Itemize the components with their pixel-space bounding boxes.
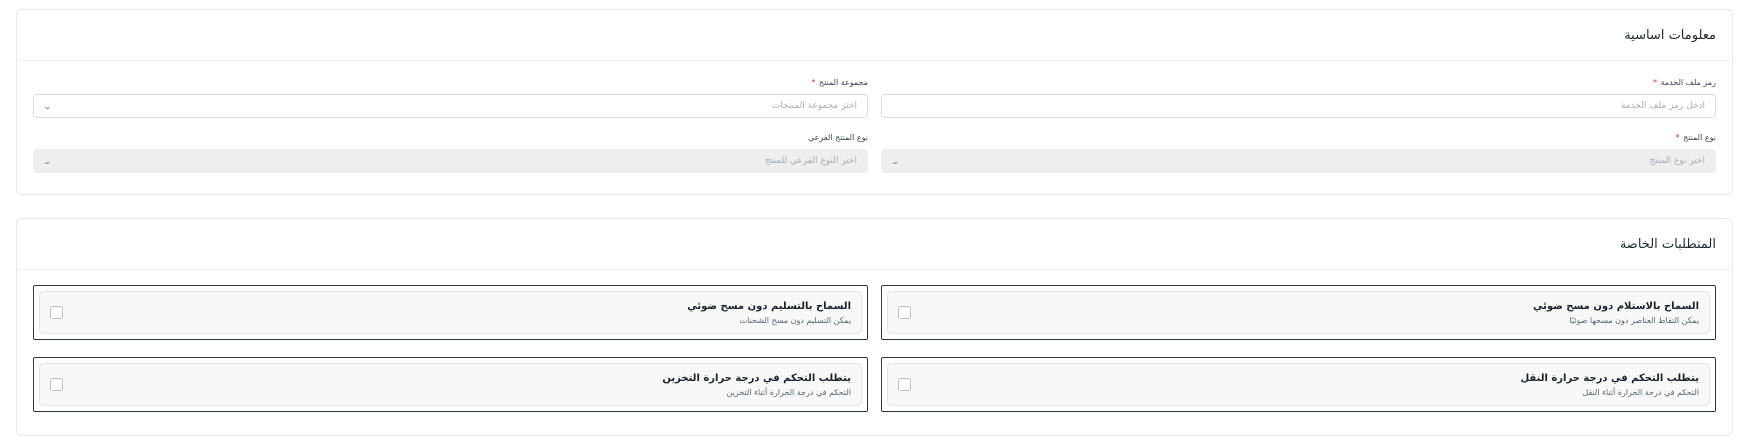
special-requirements-header: المتطلبات الخاصة: [17, 219, 1732, 270]
special-requirements-title: المتطلبات الخاصة: [1619, 236, 1716, 252]
product-group-select[interactable]: اختر مجموعة المنتجات ⌄: [33, 94, 868, 118]
requirement-description: التحكم في درجة الحرارة أثناء التخزين: [726, 387, 851, 397]
special-requirements-card: المتطلبات الخاصة السماح بالاستلام دون مس…: [16, 218, 1733, 436]
requirement-checkbox[interactable]: [898, 378, 911, 391]
requirement-item-delivery-no-scan[interactable]: السماح بالتسليم دون مسح ضوئي يمكن التسلي…: [33, 285, 868, 340]
product-subtype-select[interactable]: اختر النوع الفرعي للمنتج ⌄: [33, 149, 868, 173]
chevron-down-icon: ⌄: [42, 101, 53, 111]
product-type-label: نوع المنتج *: [1675, 133, 1717, 142]
requirement-title: السماح بالتسليم دون مسح ضوئي: [687, 300, 851, 312]
required-mark: *: [811, 78, 816, 87]
product-group-placeholder: اختر مجموعة المنتجات: [771, 101, 857, 111]
service-file-code-input[interactable]: [892, 101, 1705, 111]
requirement-title: يتطلب التحكم في درجة حرارة التخزين: [662, 372, 851, 384]
requirement-title: السماح بالاستلام دون مسح ضوئي: [1532, 300, 1699, 312]
product-group-field: مجموعة المنتج * اختر مجموعة المنتجات ⌄: [33, 76, 868, 118]
product-subtype-placeholder: اختر النوع الفرعي للمنتج: [764, 156, 857, 166]
basic-info-header: معلومات اساسية: [17, 10, 1732, 61]
product-group-label: مجموعة المنتج *: [811, 78, 868, 87]
chevron-down-icon: ⌄: [890, 156, 901, 166]
requirement-item-pickup-no-scan[interactable]: السماح بالاستلام دون مسح ضوئي يمكن التقا…: [881, 285, 1716, 340]
product-subtype-label: نوع المنتج الفرعي: [807, 133, 868, 142]
requirement-title: يتطلب التحكم في درجة حرارة النقل: [1520, 372, 1699, 384]
product-subtype-field: نوع المنتج الفرعي اختر النوع الفرعي للمن…: [33, 131, 868, 173]
required-mark: *: [1652, 78, 1657, 87]
requirement-checkbox[interactable]: [898, 306, 911, 319]
requirement-description: يمكن التسليم دون مسح الشحنات: [739, 315, 851, 325]
chevron-down-icon: ⌄: [42, 156, 53, 166]
requirement-item-transport-temperature[interactable]: يتطلب التحكم في درجة حرارة النقل التحكم …: [881, 357, 1716, 412]
service-file-code-field: رمز ملف الخدمة *: [881, 76, 1716, 118]
requirement-description: يمكن التقاط العناصر دون مسحها ضوئيًا: [1569, 315, 1699, 325]
requirement-checkbox[interactable]: [50, 378, 63, 391]
service-file-code-label: رمز ملف الخدمة *: [1652, 78, 1716, 87]
basic-info-title: معلومات اساسية: [1624, 27, 1716, 43]
requirement-item-storage-temperature[interactable]: يتطلب التحكم في درجة حرارة التخزين التحك…: [33, 357, 868, 412]
requirement-checkbox[interactable]: [50, 306, 63, 319]
product-type-select[interactable]: اختر نوع المنتج ⌄: [881, 149, 1716, 173]
product-type-placeholder: اختر نوع المنتج: [1649, 156, 1705, 166]
required-mark: *: [1675, 133, 1680, 142]
requirement-description: التحكم في درجة الحرارة أثناء النقل: [1582, 387, 1699, 397]
product-type-field: نوع المنتج * اختر نوع المنتج ⌄: [881, 131, 1716, 173]
service-file-code-control: [881, 94, 1716, 118]
basic-info-card: معلومات اساسية رمز ملف الخدمة * مجموعة ا…: [16, 9, 1733, 195]
